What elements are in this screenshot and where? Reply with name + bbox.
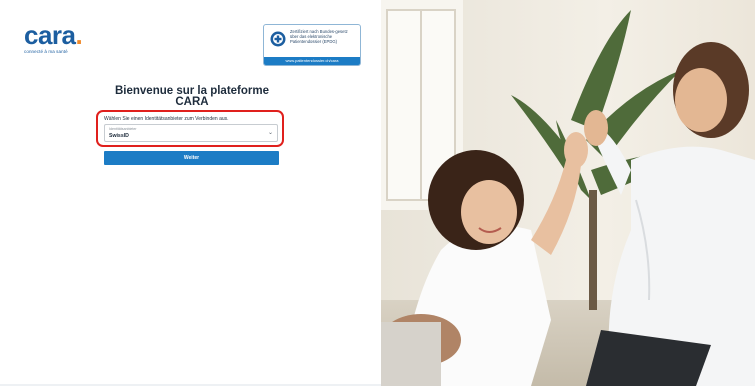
select-value: SwissID bbox=[109, 133, 129, 139]
medical-cross-icon bbox=[270, 31, 286, 47]
hero-illustration bbox=[381, 0, 755, 386]
submit-button[interactable]: Weiter bbox=[104, 151, 279, 165]
badge-link[interactable]: www.patientendossier.ch/cara bbox=[264, 57, 360, 65]
login-panel: cara. connecté à ma santé Zertifiziert n… bbox=[0, 0, 381, 386]
logo-dot: . bbox=[75, 20, 83, 50]
page-title: Bienvenue sur la plateforme CARA bbox=[114, 85, 270, 108]
provider-prompt: Wählen Sie einen Identitätsanbieter zum … bbox=[104, 116, 229, 122]
certification-badge[interactable]: Zertifiziert nach Bundes-gesetz über das… bbox=[263, 24, 361, 66]
hero-image bbox=[381, 0, 755, 386]
badge-text: Zertifiziert nach Bundes-gesetz über das… bbox=[290, 29, 348, 44]
select-label: Identitätsanbieter bbox=[109, 127, 137, 131]
identity-provider-select[interactable]: Identitätsanbieter SwissID ⌄ bbox=[104, 124, 278, 142]
logo-wordmark: cara bbox=[24, 20, 76, 50]
cara-logo[interactable]: cara. connecté à ma santé bbox=[24, 20, 83, 54]
chevron-down-icon[interactable]: ⌄ bbox=[268, 129, 273, 136]
